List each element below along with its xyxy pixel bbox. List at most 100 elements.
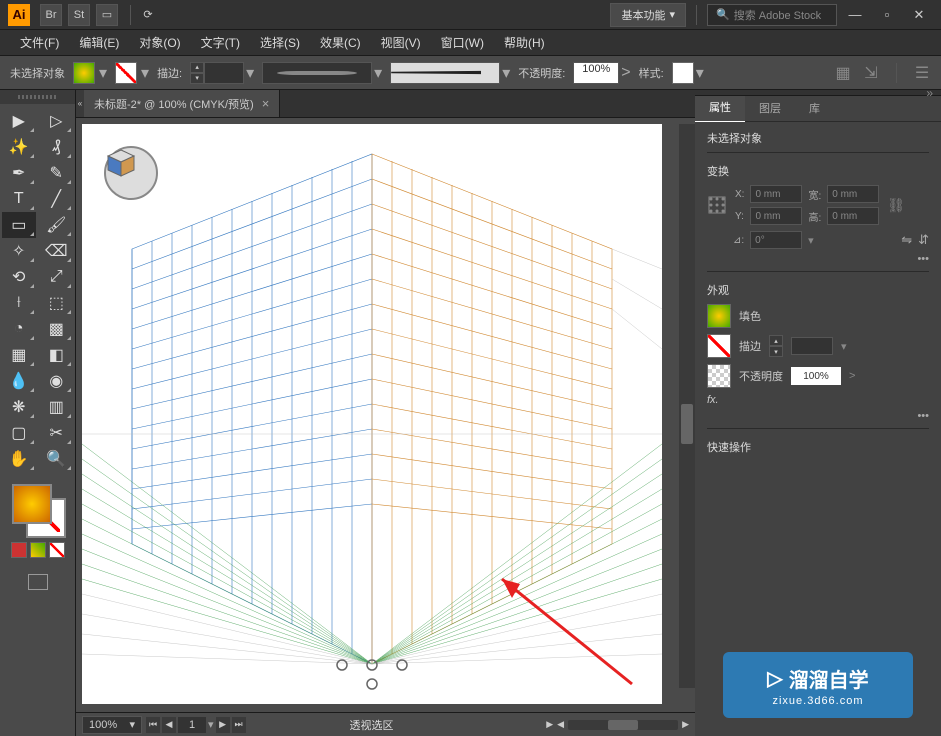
eyedropper-tool[interactable]: 💧 bbox=[2, 368, 36, 394]
tab-libraries[interactable]: 库 bbox=[795, 96, 834, 122]
stock-icon[interactable]: St bbox=[68, 4, 90, 26]
color-mode-none[interactable] bbox=[49, 542, 65, 558]
profile-preview[interactable] bbox=[262, 62, 372, 84]
menu-effect[interactable]: 效果(C) bbox=[310, 30, 371, 56]
brush-preview[interactable] bbox=[390, 62, 500, 84]
vertical-scrollbar[interactable] bbox=[679, 124, 695, 688]
direct-selection-tool[interactable]: ▷ bbox=[39, 108, 73, 134]
appearance-opacity-swatch[interactable] bbox=[707, 364, 731, 388]
artboard[interactable] bbox=[82, 124, 662, 704]
align-icon[interactable]: ▦ bbox=[834, 64, 852, 82]
window-close[interactable]: ✕ bbox=[905, 4, 933, 26]
type-tool[interactable]: T bbox=[2, 186, 36, 212]
transform-h[interactable]: 0 mm bbox=[827, 207, 879, 225]
transform-angle[interactable]: 0° bbox=[750, 231, 802, 249]
panel-menu-icon[interactable]: ••• bbox=[917, 253, 929, 265]
blend-tool[interactable]: ◉ bbox=[39, 368, 73, 394]
canvas-viewport[interactable] bbox=[76, 118, 695, 712]
free-transform-tool[interactable]: ⬚ bbox=[39, 290, 73, 316]
scale-tool[interactable]: ⤢ bbox=[39, 264, 73, 290]
fill-swatch[interactable] bbox=[73, 62, 95, 84]
screen-mode[interactable] bbox=[0, 570, 75, 594]
shape-builder-tool[interactable]: ◔ bbox=[2, 316, 36, 342]
selection-tool[interactable]: ▶ bbox=[2, 108, 36, 134]
curvature-tool[interactable]: ✎ bbox=[39, 160, 73, 186]
symbol-sprayer-tool[interactable]: ❋ bbox=[2, 394, 36, 420]
artboard-prev[interactable]: ◀ bbox=[162, 717, 176, 733]
constrain-proportions-icon[interactable]: ⛓ bbox=[887, 197, 905, 214]
menu-object[interactable]: 对象(O) bbox=[129, 30, 190, 56]
horizontal-scrollbar[interactable] bbox=[608, 720, 638, 730]
selection-status-panel: 未选择对象 bbox=[707, 130, 929, 146]
perspective-grid-tool[interactable]: ▩ bbox=[39, 316, 73, 342]
transform-y[interactable]: 0 mm bbox=[750, 207, 802, 225]
mesh-tool[interactable]: ▦ bbox=[2, 342, 36, 368]
zoom-tool[interactable]: 🔍 bbox=[39, 446, 73, 472]
artboard-first[interactable]: ⏮ bbox=[146, 717, 160, 733]
stroke-stepper[interactable]: ▴▾ bbox=[190, 62, 204, 84]
pen-tool[interactable]: ✒ bbox=[2, 160, 36, 186]
flip-horizontal-icon[interactable]: ⇋ bbox=[901, 232, 912, 248]
perspective-plane-widget[interactable] bbox=[104, 146, 158, 200]
menu-view[interactable]: 视图(V) bbox=[371, 30, 431, 56]
status-bar: 100%▾ ⏮ ◀ 1 ▾ ▶ ⏭ 透视选区 ▶ ◀ ▶ bbox=[76, 712, 695, 736]
artboard-tool[interactable]: ▢ bbox=[2, 420, 36, 446]
lasso-tool[interactable]: ₰ bbox=[39, 134, 73, 160]
width-tool[interactable]: ⟊ bbox=[2, 290, 36, 316]
menu-select[interactable]: 选择(S) bbox=[250, 30, 310, 56]
prefs-icon[interactable]: ☰ bbox=[913, 64, 931, 82]
transform-w[interactable]: 0 mm bbox=[827, 185, 879, 203]
column-graph-tool[interactable]: ▥ bbox=[39, 394, 73, 420]
menu-type[interactable]: 文字(T) bbox=[191, 30, 250, 56]
line-tool[interactable]: ╱ bbox=[39, 186, 73, 212]
stroke-weight-stepper[interactable]: ▴▾ bbox=[769, 335, 783, 357]
window-minimize[interactable]: — bbox=[841, 4, 869, 26]
appearance-stroke-swatch[interactable] bbox=[707, 334, 731, 358]
transform-icon[interactable]: ⇲ bbox=[862, 64, 880, 82]
transform-x[interactable]: 0 mm bbox=[750, 185, 802, 203]
bridge-icon[interactable]: Br bbox=[40, 4, 62, 26]
effects-label[interactable]: fx. bbox=[707, 394, 719, 406]
stroke-weight-input[interactable] bbox=[204, 62, 244, 84]
stroke-swatch[interactable] bbox=[115, 62, 137, 84]
menu-help[interactable]: 帮助(H) bbox=[494, 30, 555, 56]
stroke-weight-value[interactable] bbox=[791, 337, 833, 355]
tab-close-icon[interactable]: × bbox=[262, 96, 270, 111]
color-mode-solid[interactable] bbox=[11, 542, 27, 558]
toolbox-drag-handle[interactable] bbox=[0, 90, 75, 104]
reference-point-icon[interactable] bbox=[707, 195, 727, 215]
menu-edit[interactable]: 编辑(E) bbox=[69, 30, 129, 56]
color-mode-gradient[interactable] bbox=[30, 542, 46, 558]
arrange-docs-icon[interactable]: ▭ bbox=[96, 4, 118, 26]
panel-menu-icon-2[interactable]: ••• bbox=[917, 410, 929, 422]
search-adobe-stock[interactable]: 🔍搜索 Adobe Stock bbox=[707, 4, 837, 26]
appearance-fill-swatch[interactable] bbox=[707, 304, 731, 328]
hand-tool[interactable]: ✋ bbox=[2, 446, 36, 472]
eraser-tool[interactable]: ⌫ bbox=[39, 238, 73, 264]
sync-icon[interactable]: ⟳ bbox=[137, 4, 159, 26]
shaper-tool[interactable]: ✧ bbox=[2, 238, 36, 264]
workspace-switcher[interactable]: 基本功能 ▾ bbox=[610, 3, 686, 27]
gradient-tool[interactable]: ◧ bbox=[39, 342, 73, 368]
artboard-last[interactable]: ⏭ bbox=[232, 717, 246, 733]
rectangle-tool[interactable]: ▭ bbox=[2, 212, 36, 238]
tab-layers[interactable]: 图层 bbox=[745, 96, 795, 122]
slice-tool[interactable]: ✂ bbox=[39, 420, 73, 446]
panel-collapse-left[interactable]: « bbox=[76, 90, 84, 117]
magic-wand-tool[interactable]: ✨ bbox=[2, 134, 36, 160]
fill-color[interactable] bbox=[12, 484, 52, 524]
graphic-style-swatch[interactable] bbox=[672, 62, 694, 84]
opacity-input[interactable]: 100% bbox=[573, 62, 619, 84]
zoom-level[interactable]: 100%▾ bbox=[82, 716, 142, 734]
menu-file[interactable]: 文件(F) bbox=[10, 30, 69, 56]
tab-properties[interactable]: 属性 bbox=[695, 95, 745, 122]
document-tab[interactable]: 未标题-2* @ 100% (CMYK/预览) × bbox=[84, 90, 280, 117]
appearance-opacity-value[interactable]: 100% bbox=[791, 367, 841, 385]
artboard-number[interactable]: 1 bbox=[178, 717, 206, 733]
paintbrush-tool[interactable]: 🖌 bbox=[39, 212, 73, 238]
flip-vertical-icon[interactable]: ⇵ bbox=[918, 232, 929, 248]
artboard-next[interactable]: ▶ bbox=[216, 717, 230, 733]
menu-window[interactable]: 窗口(W) bbox=[431, 30, 494, 56]
rotate-tool[interactable]: ⟲ bbox=[2, 264, 36, 290]
window-maximize[interactable]: ▫ bbox=[873, 4, 901, 26]
